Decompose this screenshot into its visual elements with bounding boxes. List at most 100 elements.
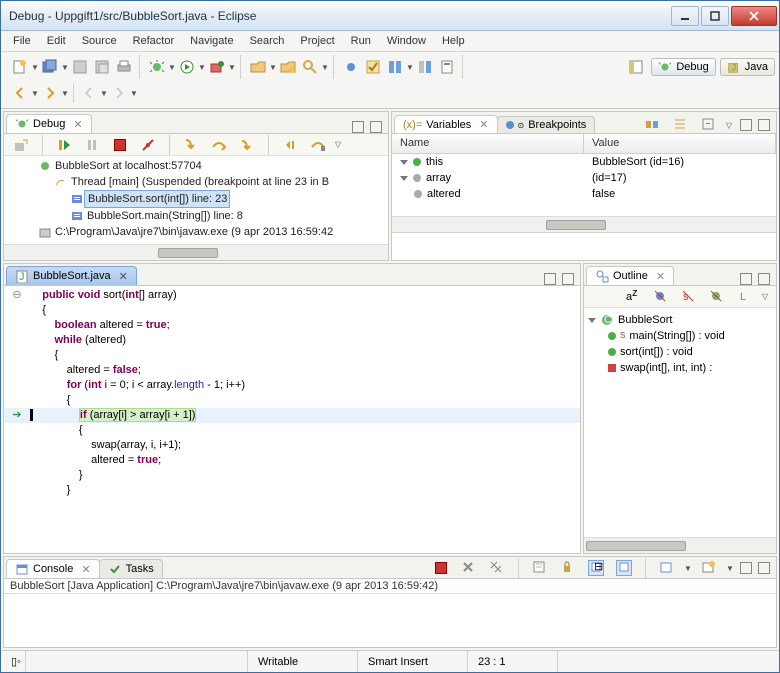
view-menu-icon[interactable]: ▽ (726, 121, 734, 130)
resume-icon[interactable] (56, 137, 72, 153)
perspective-debug[interactable]: Debug (651, 58, 715, 76)
hscrollbar[interactable] (392, 216, 776, 232)
scroll-lock-icon[interactable] (560, 560, 576, 576)
tab-variables[interactable]: (x)=Variables✕ (394, 115, 498, 133)
terminate-icon[interactable] (433, 560, 449, 576)
open-task-icon[interactable] (280, 59, 296, 75)
maximize-button[interactable] (701, 6, 729, 26)
hide-local-icon[interactable]: L (737, 289, 753, 305)
remove-all-icon[interactable] (489, 560, 505, 576)
suspend-icon[interactable] (84, 137, 100, 153)
display-selected-icon[interactable] (616, 560, 632, 576)
open-type-icon[interactable] (250, 59, 266, 75)
menu-search[interactable]: Search (242, 33, 293, 49)
menu-run[interactable]: Run (343, 33, 379, 49)
step-into-icon[interactable] (183, 137, 199, 153)
clear-console-icon[interactable] (532, 560, 548, 576)
minimize-view-icon[interactable] (740, 273, 752, 285)
save-as-icon[interactable] (94, 59, 110, 75)
disconnect-icon[interactable] (140, 137, 156, 153)
new-icon[interactable] (12, 59, 28, 75)
save-all-icon[interactable] (42, 59, 58, 75)
close-icon[interactable]: ✕ (77, 563, 90, 576)
menu-navigate[interactable]: Navigate (182, 33, 241, 49)
nav-back-icon[interactable] (12, 85, 28, 101)
step-return-icon[interactable] (239, 137, 255, 153)
step-over-icon[interactable] (211, 137, 227, 153)
menu-window[interactable]: Window (379, 33, 434, 49)
open-perspective-icon[interactable] (628, 59, 644, 75)
new-console-icon[interactable] (701, 560, 717, 576)
minimize-view-icon[interactable] (352, 121, 364, 133)
save-icon[interactable] (72, 59, 88, 75)
close-icon[interactable]: ✕ (115, 270, 128, 283)
maximize-view-icon[interactable] (758, 273, 770, 285)
close-button[interactable] (731, 6, 777, 26)
step-filters-icon[interactable] (417, 59, 433, 75)
maximize-view-icon[interactable] (370, 121, 382, 133)
next-annotation-icon[interactable] (111, 85, 127, 101)
remove-launch-icon[interactable] (461, 560, 477, 576)
tab-outline[interactable]: Outline✕ (586, 266, 674, 285)
maximize-view-icon[interactable] (758, 119, 770, 131)
search-icon[interactable] (302, 59, 318, 75)
show-logical-icon[interactable] (673, 117, 689, 133)
menu-project[interactable]: Project (292, 33, 342, 49)
skip-breakpoints-icon[interactable] (365, 59, 381, 75)
view-menu-icon[interactable]: ▽ (762, 292, 770, 301)
debug-icon[interactable] (149, 59, 165, 75)
use-step-filters-icon[interactable] (310, 137, 326, 153)
run-icon[interactable] (179, 59, 195, 75)
drop-frame-icon[interactable] (282, 137, 298, 153)
close-icon[interactable]: ✕ (69, 118, 82, 131)
hide-nonpublic-icon[interactable] (709, 289, 725, 305)
hide-static-icon[interactable]: s (681, 289, 697, 305)
pin-icon[interactable] (439, 59, 455, 75)
menu-refactor[interactable]: Refactor (125, 33, 183, 49)
perspective-java[interactable]: J Java (720, 58, 775, 76)
svg-text:az: az (626, 289, 638, 303)
menu-help[interactable]: Help (434, 33, 473, 49)
print-icon[interactable] (116, 59, 132, 75)
tab-console[interactable]: Console✕ (6, 559, 100, 578)
nav-forward-icon[interactable] (42, 85, 58, 101)
minimize-view-icon[interactable] (740, 562, 752, 574)
close-icon[interactable]: ✕ (652, 270, 665, 283)
tab-tasks[interactable]: Tasks (99, 559, 163, 578)
external-tools-icon[interactable] (209, 59, 225, 75)
tab-breakpoints[interactable]: ⊙Breakpoints (497, 116, 596, 133)
tab-editor[interactable]: J BubbleSort.java ✕ (6, 266, 137, 285)
variables-table[interactable]: thisBubbleSort (id=16) array(id=17) alte… (392, 154, 776, 216)
view-menu-icon[interactable]: ▽ (335, 140, 343, 149)
minimize-view-icon[interactable] (544, 273, 556, 285)
column-name[interactable]: Name (392, 134, 584, 153)
console-output[interactable] (4, 594, 776, 647)
toggle-breakpoint-icon[interactable] (343, 59, 359, 75)
minimize-view-icon[interactable] (740, 119, 752, 131)
pin-console-icon[interactable]: ⊟ (588, 560, 604, 576)
menu-edit[interactable]: Edit (39, 33, 74, 49)
debug-tree[interactable]: BubbleSort at localhost:57704 Thread [ma… (4, 156, 388, 244)
minimize-button[interactable] (671, 6, 699, 26)
tab-debug[interactable]: Debug ✕ (6, 114, 92, 133)
close-icon[interactable]: ✕ (475, 118, 488, 131)
open-console-icon[interactable] (659, 560, 675, 576)
outline-tree[interactable]: CBubbleSort Smain(String[]) : void sort(… (584, 308, 776, 537)
maximize-view-icon[interactable] (758, 562, 770, 574)
terminate-icon[interactable] (112, 137, 128, 153)
last-edit-icon[interactable] (81, 85, 97, 101)
code-editor[interactable]: ⊖ public void sort(int[] array) { boolea… (4, 286, 580, 553)
menu-source[interactable]: Source (74, 33, 125, 49)
maximize-view-icon[interactable] (562, 273, 574, 285)
remove-launch-icon[interactable] (13, 137, 29, 153)
hscrollbar[interactable] (584, 537, 776, 553)
window-titlebar: Debug - Uppgift1/src/BubbleSort.java - E… (1, 1, 779, 31)
column-value[interactable]: Value (584, 134, 776, 153)
menu-file[interactable]: File (5, 33, 39, 49)
collapse-all-icon[interactable] (701, 117, 717, 133)
hide-fields-icon[interactable] (653, 289, 669, 305)
show-type-names-icon[interactable] (645, 117, 661, 133)
hscrollbar[interactable] (4, 244, 388, 260)
sort-icon[interactable]: az (625, 289, 641, 305)
drop-to-frame-icon[interactable] (387, 59, 403, 75)
